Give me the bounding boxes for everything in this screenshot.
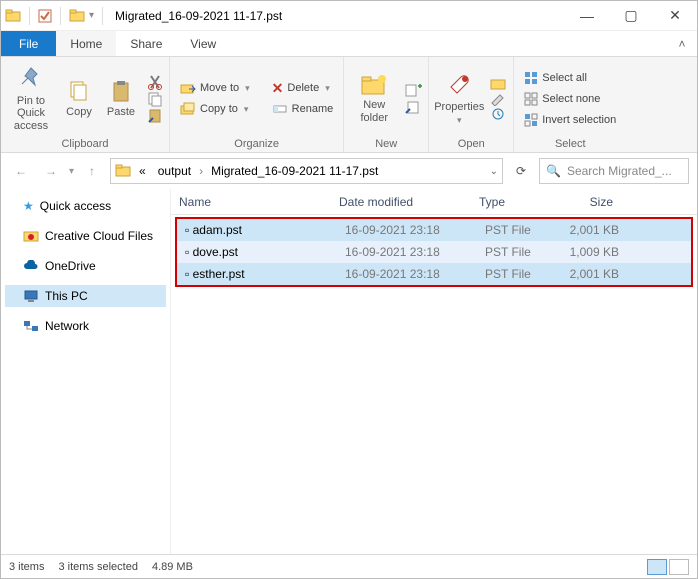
status-bar: 3 items 3 items selected 4.89 MB [1,554,697,578]
file-icon: ▫ [185,223,193,237]
copy-to-button[interactable]: Copy to▾ [176,99,254,119]
copy-button[interactable]: Copy [61,66,97,132]
edit-icon[interactable] [489,92,507,106]
back-button[interactable]: ← [9,159,33,183]
navigation-pane: ★Quick access Creative Cloud Files OneDr… [1,189,171,554]
crumb-current[interactable]: Migrated_16-09-2021 11-17.pst [207,164,382,178]
col-date[interactable]: Date modified [331,195,471,209]
network-icon [23,319,39,333]
tab-view[interactable]: View [176,31,230,56]
window-title: Migrated_16-09-2021 11-17.pst [115,9,282,23]
delete-icon: ✕ [272,80,284,97]
select-none-icon [524,92,538,106]
highlighted-selection: ▫ adam.pst 16-09-2021 23:18 PST File 2,0… [175,217,693,287]
group-organize: Move to▾ Copy to▾ ✕Delete▾ Rename Organi… [170,57,344,152]
file-row[interactable]: ▫ esther.pst 16-09-2021 23:18 PST File 2… [177,263,691,285]
new-folder-button[interactable]: New folder [350,66,398,132]
move-to-icon [180,80,196,96]
select-all-button[interactable]: Select all [520,68,620,88]
status-item-count: 3 items [9,561,44,573]
large-icons-view-button[interactable] [669,559,689,575]
invert-selection-button[interactable]: Invert selection [520,110,620,130]
nav-quick-access[interactable]: ★Quick access [5,195,166,217]
recent-locations-button[interactable]: ▾ [69,166,74,177]
open-icon[interactable] [489,77,507,91]
new-item-icon[interactable] [404,82,422,98]
history-icon[interactable] [489,107,507,121]
folder-icon [5,8,21,24]
cc-folder-icon [23,229,39,243]
nav-onedrive[interactable]: OneDrive [5,255,166,277]
monitor-icon [23,289,39,303]
ribbon-collapse-button[interactable]: ˄ [667,31,697,56]
nav-this-pc[interactable]: This PC [5,285,166,307]
tab-share[interactable]: Share [116,31,176,56]
ribbon: Pin to Quick access Copy Paste Clipboard… [1,57,697,153]
move-to-button[interactable]: Move to▾ [176,78,254,98]
paste-shortcut-icon[interactable] [147,108,163,124]
minimize-button[interactable]: — [565,1,609,31]
copy-icon [67,80,91,104]
paste-button[interactable]: Paste [103,66,139,132]
file-icon: ▫ [185,245,193,259]
status-size: 4.89 MB [152,561,193,573]
delete-button[interactable]: ✕Delete▾ [268,78,338,98]
up-button[interactable]: ↑ [80,159,104,183]
cut-icon[interactable] [147,74,163,90]
nav-network[interactable]: Network [5,315,166,337]
copy-to-icon [180,101,196,117]
search-icon: 🔍 [546,164,561,178]
new-folder-icon [360,73,388,97]
file-row[interactable]: ▫ adam.pst 16-09-2021 23:18 PST File 2,0… [177,219,691,241]
address-bar: ← → ▾ ↑ « output › Migrated_16-09-2021 1… [1,153,697,189]
ribbon-tabs: File Home Share View ˄ [1,31,697,57]
pin-to-quick-access-button[interactable]: Pin to Quick access [7,66,55,132]
pin-icon [17,65,45,93]
crumb-output[interactable]: output [154,164,195,178]
rename-icon [272,101,288,117]
folder-icon [115,163,131,179]
group-select: Select all Select none Invert selection … [514,57,626,152]
select-none-button[interactable]: Select none [520,89,620,109]
status-selected-count: 3 items selected [58,561,137,573]
forward-button[interactable]: → [39,159,63,183]
search-input[interactable]: 🔍 Search Migrated_... [539,158,689,184]
title-bar: ▾ Migrated_16-09-2021 11-17.pst — ▢ ✕ [1,1,697,31]
qat-dropdown-icon[interactable]: ▾ [89,10,94,21]
file-row[interactable]: ▫ dove.pst 16-09-2021 23:18 PST File 1,0… [177,241,691,263]
col-type[interactable]: Type [471,195,551,209]
breadcrumb[interactable]: « output › Migrated_16-09-2021 11-17.pst… [110,158,503,184]
easy-access-icon[interactable] [404,99,422,115]
file-list: Name Date modified Type Size ▫ adam.pst … [171,189,697,554]
select-all-icon [524,71,538,85]
properties-button[interactable]: Properties ▾ [435,66,483,132]
group-open: Properties ▾ Open [429,57,514,152]
rename-button[interactable]: Rename [268,99,338,119]
cloud-icon [23,260,39,272]
details-view-button[interactable] [647,559,667,575]
copy-path-icon[interactable] [147,91,163,107]
group-clipboard: Pin to Quick access Copy Paste Clipboard [1,57,170,152]
quick-access-toolbar: ▾ [5,7,107,25]
col-size[interactable]: Size [551,195,621,209]
paste-icon [109,80,133,104]
nav-creative-cloud[interactable]: Creative Cloud Files [5,225,166,247]
refresh-button[interactable]: ⟳ [509,164,533,178]
group-new: New folder New [344,57,429,152]
tab-file[interactable]: File [1,31,56,56]
column-headers[interactable]: Name Date modified Type Size [171,189,697,215]
invert-selection-icon [524,113,538,127]
properties-icon [445,71,473,99]
address-dropdown-icon[interactable]: ⌄ [490,166,498,177]
tab-home[interactable]: Home [56,31,116,56]
maximize-button[interactable]: ▢ [609,1,653,31]
col-name[interactable]: Name [171,195,331,209]
file-icon: ▫ [185,267,193,281]
qat-checkbox-icon[interactable] [38,9,52,23]
star-icon: ★ [23,199,34,213]
folder-icon [69,8,85,24]
close-button[interactable]: ✕ [653,1,697,31]
